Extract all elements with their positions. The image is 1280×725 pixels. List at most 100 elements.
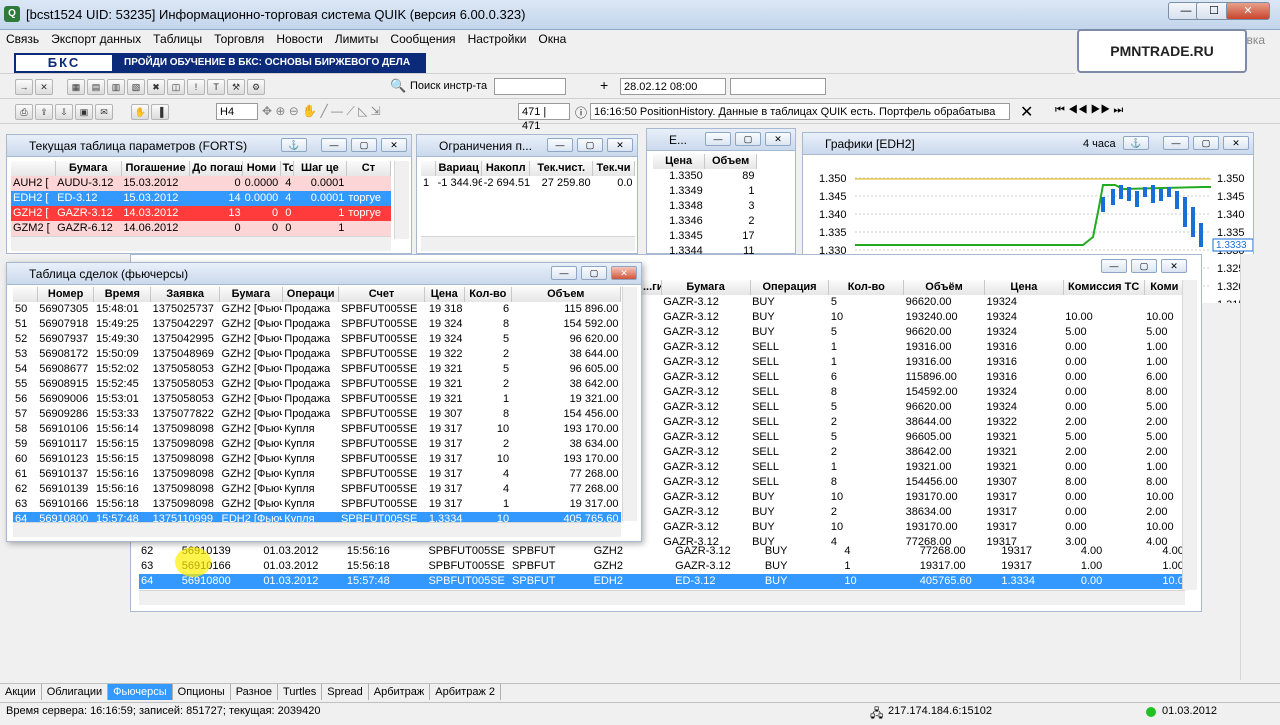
print-icon[interactable]: ⎙ <box>15 104 33 120</box>
table-row[interactable]: 53 56908172 15:50:09 1375048969 GZH2 [Фьюч Пр… <box>13 347 621 362</box>
column-header[interactable]: Заявка <box>150 287 221 302</box>
futures-deals-hscroll[interactable] <box>13 522 621 537</box>
tab-7[interactable]: Арбитраж <box>369 684 431 700</box>
table-row[interactable]: 1.3345 17 <box>653 229 757 244</box>
all-deals-hscroll[interactable] <box>139 590 1185 605</box>
tab-5[interactable]: Turtles <box>278 684 323 700</box>
panel-maximize-button[interactable]: ▢ <box>1131 259 1157 273</box>
panel-close-button[interactable]: ✕ <box>765 132 791 146</box>
column-header[interactable]: Бумага <box>661 280 751 295</box>
save-icon[interactable]: ▣ <box>75 104 93 120</box>
table-row[interactable]: 50 56907305 15:48:01 1375025737 GZH2 [Фьюч Пр… <box>13 302 621 317</box>
main-vscroll[interactable] <box>1240 254 1255 680</box>
tab-4[interactable]: Разное <box>231 684 279 700</box>
futures-deals-vscroll[interactable] <box>622 287 637 521</box>
column-header[interactable]: Вариац <box>435 161 483 176</box>
panel-maximize-button[interactable]: ▢ <box>577 138 603 152</box>
table-row[interactable]: GAZR-3.12 SELL 2 38644.00 19322 2.00 2.00 <box>641 415 1185 430</box>
column-header[interactable]: Номи <box>242 161 281 176</box>
bcs-banner[interactable]: БКС ПРОЙДИ ОБУЧЕНИЕ В БКС: ОСНОВЫ БИРЖЕВ… <box>14 53 426 73</box>
table-row[interactable]: GAZR-3.12 SELL 1 19316.00 19316 0.00 1.00 <box>641 340 1185 355</box>
panel-maximize-button[interactable]: ▢ <box>735 132 761 146</box>
column-header[interactable]: Объем <box>511 287 622 302</box>
table-row[interactable]: 55 56908915 15:52:45 1375058053 GZH2 [Фьюч Пр… <box>13 377 621 392</box>
table-row[interactable]: 57 56909286 15:53:33 1375077822 GZH2 [Фьюч Пр… <box>13 407 621 422</box>
table-row[interactable]: GZM2 [GAZR-6.12 14.06.2012 0 0 0 1 <box>11 221 391 236</box>
clear-icon[interactable]: ✕ <box>1020 102 1033 122</box>
table-row[interactable]: GAZR-3.12 BUY 2 38634.00 19317 0.00 2.00 <box>641 505 1185 520</box>
column-header[interactable]: До погаш <box>189 161 244 176</box>
column-header[interactable]: Операци <box>282 287 340 302</box>
table-row[interactable]: 62 56910139 15:56:16 1375098098 GZH2 [Фьюч Ку… <box>13 482 621 497</box>
table-row[interactable]: 59 56910117 15:56:15 1375098098 GZH2 [Фьюч Ку… <box>13 437 621 452</box>
table-icon[interactable]: ▦ <box>67 79 86 95</box>
pin-icon[interactable]: ⚓ <box>1123 136 1149 150</box>
hand-icon[interactable]: ✋ <box>131 104 150 120</box>
panel-close-button[interactable]: ✕ <box>1223 136 1249 150</box>
tab-3[interactable]: Опционы <box>173 684 231 700</box>
stop-orders-icon[interactable]: ◫ <box>167 79 186 95</box>
orders-icon[interactable]: ▥ <box>107 79 126 95</box>
message-field[interactable]: 16:16:50 PositionHistory. Данные в табли… <box>590 103 1010 120</box>
menu-item-3[interactable]: Торговля <box>208 30 270 48</box>
connect-icon[interactable]: → <box>15 79 33 95</box>
table-row[interactable]: 1.3349 1 <box>653 184 757 199</box>
table-row[interactable]: 63 56910166 15:56:18 1375098098 GZH2 [Фьюч Ку… <box>13 497 621 512</box>
column-header[interactable]: Цена <box>653 154 706 169</box>
column-header[interactable]: Цена <box>424 287 466 302</box>
column-header[interactable]: Цена <box>984 280 1064 295</box>
pin-icon[interactable]: T <box>207 79 226 95</box>
table-row[interactable]: 51 56907918 15:49:25 1375042297 GZH2 [Фьюч Пр… <box>13 317 621 332</box>
quik-app-icon[interactable]: Q <box>4 6 20 22</box>
timeframe-select[interactable]: H4 <box>216 103 258 120</box>
chart-nav-icons[interactable]: ✥ ⊕ ⊖ ✋ ╱ — ⟋ ◺ ⇲ <box>262 104 381 119</box>
pin-icon[interactable]: ⚓ <box>281 138 307 152</box>
panel-close-button[interactable]: ✕ <box>381 138 407 152</box>
column-header[interactable]: Тек.чист. <box>529 161 594 176</box>
table-row[interactable]: GAZR-3.12 BUY 10 193170.00 19317 0.00 10.00 <box>641 490 1185 505</box>
tools-icon[interactable]: ⚒ <box>227 79 246 95</box>
table-row[interactable]: 1.3348 3 <box>653 199 757 214</box>
column-header[interactable]: Тек.чи <box>592 161 635 176</box>
table-row[interactable]: 56 56909006 15:53:01 1375058053 GZH2 [Фьюч Пр… <box>13 392 621 407</box>
table-row[interactable]: 61 56910137 15:56:16 1375098098 GZH2 [Фьюч Ку… <box>13 467 621 482</box>
column-header[interactable]: Шаг це <box>293 161 347 176</box>
table-row[interactable]: 635691016601.03.201215:56:18SPBFUT005SES… <box>139 559 1185 574</box>
tab-6[interactable]: Spread <box>322 684 369 700</box>
panel-maximize-button[interactable]: ▢ <box>351 138 377 152</box>
column-header[interactable]: ...ги <box>641 280 662 295</box>
column-header[interactable]: Кол-во <box>464 287 512 302</box>
table-row[interactable]: 64 56910800 01.03.2012 15:57:48 SPBFUT005SE S… <box>139 574 1185 589</box>
column-header[interactable] <box>421 161 437 176</box>
table-row[interactable]: GAZR-3.12 BUY 10 193170.00 19317 0.00 10.00 <box>641 520 1185 535</box>
panel-minimize-button[interactable]: — <box>705 132 731 146</box>
table-row[interactable]: GAZR-3.12 SELL 5 96605.00 19321 5.00 5.00 <box>641 430 1185 445</box>
table-row[interactable]: GAZR-3.12 SELL 1 19321.00 19321 0.00 1.00 <box>641 460 1185 475</box>
search-input[interactable] <box>494 78 566 95</box>
table-row[interactable]: 625691013901.03.201215:56:16SPBFUT005SES… <box>139 544 1185 559</box>
table-row[interactable]: 58 56910106 15:56:14 1375098098 GZH2 [Фьюч Ку… <box>13 422 621 437</box>
table-row[interactable]: GZH2 [GAZR-3.12 14.03.2012 13 0 0 1 торгуе <box>11 206 391 221</box>
column-header[interactable]: Операция <box>750 280 830 295</box>
menu-item-8[interactable]: Окна <box>532 30 572 48</box>
panel-close-button[interactable]: ✕ <box>1161 259 1187 273</box>
table-row[interactable]: GAZR-3.12 SELL 6 115896.00 19316 0.00 6.00 <box>641 370 1185 385</box>
table-row[interactable]: GAZR-3.12 SELL 5 96620.00 19324 0.00 5.00 <box>641 400 1185 415</box>
params-hscroll[interactable] <box>11 236 391 251</box>
params-vscroll[interactable] <box>394 161 409 239</box>
table-row[interactable]: GAZR-3.12 SELL 8 154592.00 19324 0.00 8.00 <box>641 385 1185 400</box>
column-header[interactable] <box>11 161 56 176</box>
table-row[interactable]: GAZR-3.12 SELL 1 19316.00 19316 0.00 1.00 <box>641 355 1185 370</box>
table-row[interactable]: AUH2 [AUDU-3.12 15.03.2012 0 0.0000 4 0.0001 <box>11 176 391 191</box>
column-header[interactable]: Бумага <box>219 287 283 302</box>
table-row[interactable]: EDH2 [ED-3.12 15.03.2012 14 0.0000 4 0.0001 то… <box>11 191 391 206</box>
panel-maximize-button[interactable]: ▢ <box>1193 136 1219 150</box>
column-header[interactable]: Коми <box>1144 280 1186 295</box>
menu-item-4[interactable]: Новости <box>270 30 328 48</box>
table-row[interactable]: 54 56908677 15:52:02 1375058053 GZH2 [Фьюч Пр… <box>13 362 621 377</box>
column-header[interactable]: Бумага <box>55 161 122 176</box>
quotes-icon[interactable]: ▤ <box>87 79 106 95</box>
alert-icon[interactable]: ! <box>187 79 206 95</box>
column-header[interactable]: Накопл <box>481 161 531 176</box>
panel-minimize-button[interactable]: — <box>321 138 347 152</box>
